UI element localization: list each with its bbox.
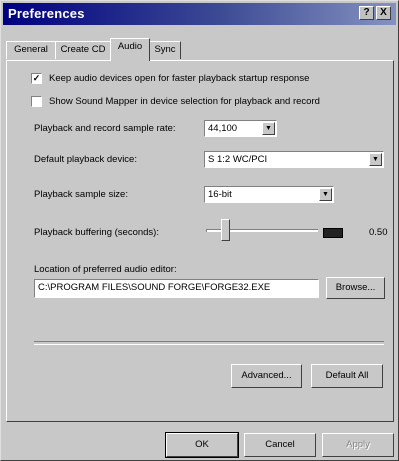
ok-button[interactable]: OK bbox=[165, 432, 239, 458]
buffering-slider[interactable] bbox=[206, 219, 318, 243]
tab-general[interactable]: General bbox=[6, 41, 56, 59]
buffering-label: Playback buffering (seconds): bbox=[34, 227, 159, 238]
sample-rate-label: Playback and record sample rate: bbox=[34, 123, 176, 134]
preferences-dialog: Preferences ? X General Create CD Audio … bbox=[0, 0, 399, 461]
tab-audio[interactable]: Audio bbox=[110, 38, 150, 61]
default-device-label: Default playback device: bbox=[34, 154, 137, 165]
sample-rate-value: 44,100 bbox=[208, 123, 238, 134]
speaker-icon bbox=[323, 228, 343, 238]
tab-create-cd[interactable]: Create CD bbox=[55, 41, 111, 59]
default-all-button[interactable]: Default All bbox=[311, 364, 383, 388]
sample-size-value: 16-bit bbox=[208, 189, 232, 200]
sound-mapper-label[interactable]: Show Sound Mapper in device selection fo… bbox=[49, 96, 320, 107]
apply-button[interactable]: Apply bbox=[322, 433, 394, 457]
chevron-down-icon[interactable]: ▼ bbox=[369, 153, 382, 166]
tab-sync[interactable]: Sync bbox=[149, 41, 181, 59]
editor-location-label: Location of preferred audio editor: bbox=[34, 264, 177, 275]
default-device-combo[interactable]: S 1:2 WC/PCI ▼ bbox=[204, 151, 384, 168]
cancel-button[interactable]: Cancel bbox=[244, 433, 316, 457]
window-title: Preferences bbox=[8, 6, 85, 21]
keep-open-label[interactable]: Keep audio devices open for faster playb… bbox=[49, 73, 309, 84]
slider-thumb[interactable] bbox=[221, 219, 230, 241]
default-device-value: S 1:2 WC/PCI bbox=[208, 154, 268, 165]
sample-size-label: Playback sample size: bbox=[34, 189, 128, 200]
editor-path-value: C:\PROGRAM FILES\SOUND FORGE\FORGE32.EXE bbox=[38, 282, 271, 293]
sample-rate-combo[interactable]: 44,100 ▼ bbox=[204, 120, 277, 137]
keep-open-checkbox[interactable]: ✓ bbox=[31, 73, 42, 84]
chevron-down-icon[interactable]: ▼ bbox=[262, 122, 275, 135]
browse-button[interactable]: Browse... bbox=[326, 277, 385, 299]
sample-size-combo[interactable]: 16-bit ▼ bbox=[204, 186, 334, 203]
panel-separator bbox=[34, 341, 384, 345]
help-button[interactable]: ? bbox=[359, 6, 374, 20]
close-button[interactable]: X bbox=[376, 6, 391, 20]
title-bar[interactable]: Preferences ? X bbox=[3, 3, 396, 25]
chevron-down-icon[interactable]: ▼ bbox=[319, 188, 332, 201]
editor-path-field[interactable]: C:\PROGRAM FILES\SOUND FORGE\FORGE32.EXE bbox=[34, 279, 319, 298]
buffering-value: 0.50 bbox=[369, 227, 388, 238]
advanced-button[interactable]: Advanced... bbox=[231, 364, 302, 388]
sound-mapper-checkbox[interactable] bbox=[31, 96, 42, 107]
